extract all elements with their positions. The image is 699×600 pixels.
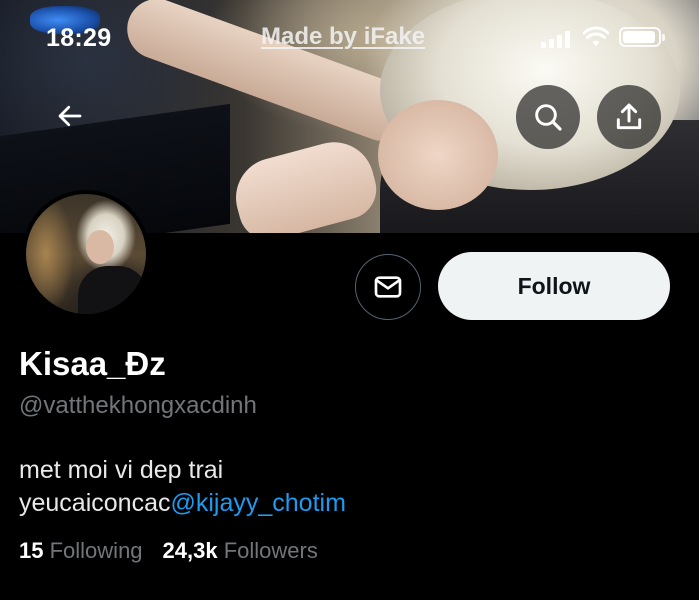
search-icon xyxy=(535,104,562,131)
share-icon xyxy=(616,103,642,130)
banner-hand xyxy=(227,133,383,233)
following-count: 15 xyxy=(19,538,44,563)
back-button[interactable] xyxy=(38,84,102,148)
search-button[interactable] xyxy=(516,85,580,149)
cellular-signal-icon xyxy=(541,30,573,48)
envelope-icon xyxy=(374,276,402,298)
status-time: 18:29 xyxy=(46,24,112,52)
following-link[interactable]: 15 Following xyxy=(19,538,143,563)
following-label: Following xyxy=(49,538,143,563)
followers-link[interactable]: 24,3k Followers xyxy=(163,538,318,563)
message-button[interactable] xyxy=(355,254,421,320)
banner-face xyxy=(378,100,498,210)
bio-line-1: met moi vi dep trai xyxy=(19,456,224,484)
bio-text: yeucaiconcac xyxy=(19,489,171,517)
bio-line-2: yeucaiconcac@kijayy_chotim xyxy=(19,487,346,520)
arrow-left-icon xyxy=(58,105,82,127)
profile-avatar[interactable] xyxy=(22,190,150,318)
follow-stats: 15 Following 24,3k Followers xyxy=(19,538,318,564)
wifi-icon xyxy=(583,26,609,46)
bio: met moi vi dep trai yeucaiconcac@kijayy_… xyxy=(19,454,346,520)
display-name: Kisaa_Đz xyxy=(19,345,166,382)
watermark-text: Made by iFake xyxy=(261,23,426,50)
avatar-face xyxy=(86,230,114,264)
user-handle: @vatthekhongxacdinh xyxy=(19,392,257,419)
share-button[interactable] xyxy=(597,85,661,149)
avatar-body xyxy=(78,266,146,314)
followers-count: 24,3k xyxy=(162,538,218,563)
follow-button[interactable]: Follow xyxy=(438,252,670,320)
bio-mention-link[interactable]: @kijayy_chotim xyxy=(170,489,345,517)
battery-icon xyxy=(619,27,665,47)
followers-label: Followers xyxy=(223,538,318,563)
